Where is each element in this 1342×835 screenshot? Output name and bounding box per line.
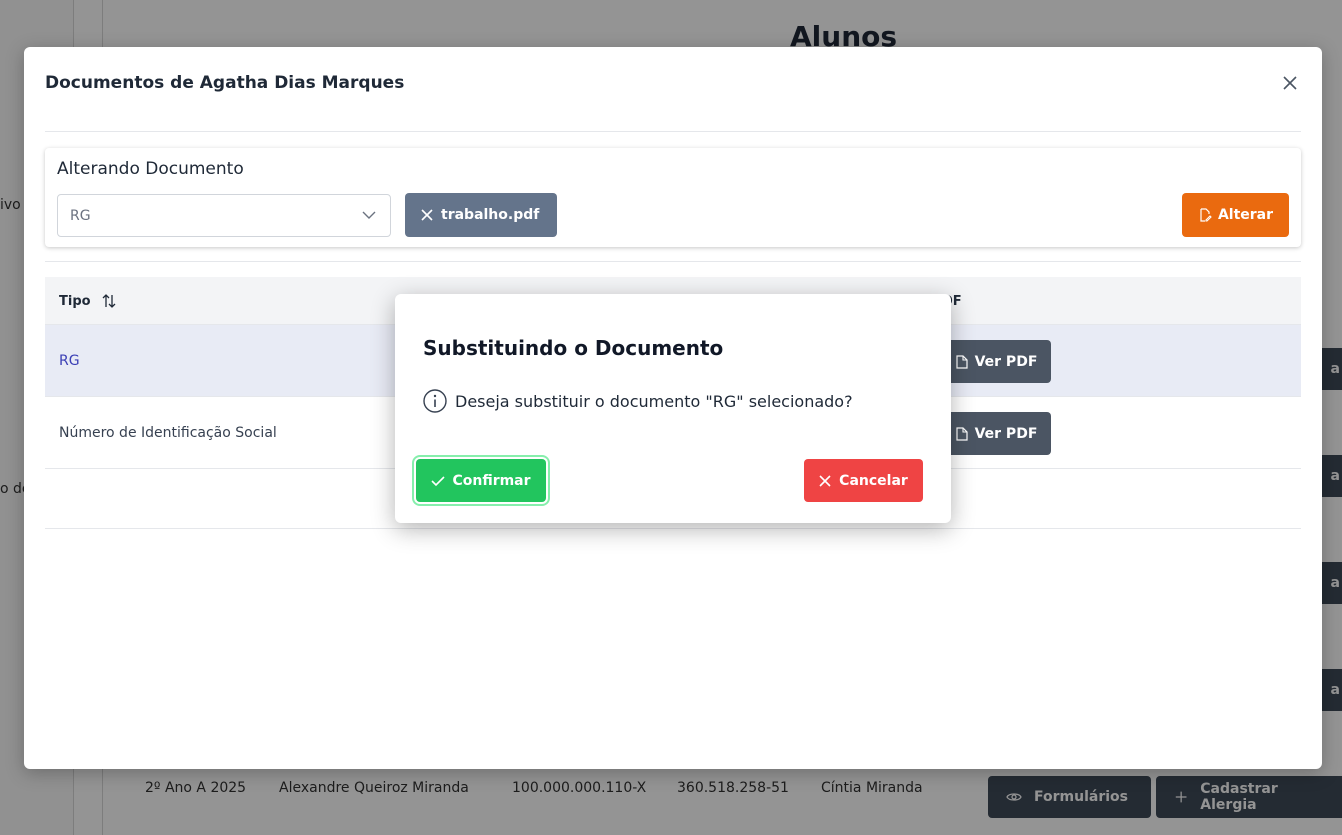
check-icon bbox=[431, 475, 446, 486]
close-icon bbox=[819, 474, 831, 487]
ver-pdf-label: Ver PDF bbox=[974, 353, 1038, 370]
alterar-button[interactable]: Alterar bbox=[1182, 193, 1289, 237]
column-header-tipo[interactable]: Tipo bbox=[59, 277, 117, 325]
edit-document-card: Alterando Documento RG trabalho.pdf Alte… bbox=[45, 148, 1301, 247]
file-pdf-icon bbox=[955, 426, 968, 441]
cancel-button[interactable]: Cancelar bbox=[804, 459, 923, 502]
ver-pdf-button[interactable]: Ver PDF bbox=[942, 340, 1051, 383]
confirm-message-row: Deseja substituir o documento "RG" selec… bbox=[423, 389, 853, 413]
info-icon bbox=[423, 389, 447, 413]
cell-tipo: Número de Identificação Social bbox=[59, 425, 277, 441]
selected-file-chip[interactable]: trabalho.pdf bbox=[405, 193, 558, 237]
confirm-dialog: Substituindo o Documento Deseja substitu… bbox=[395, 294, 951, 523]
sort-icon[interactable] bbox=[101, 293, 117, 309]
file-pdf-icon bbox=[955, 354, 968, 369]
chevron-down-icon bbox=[362, 211, 376, 219]
ver-pdf-label: Ver PDF bbox=[974, 425, 1038, 442]
close-button[interactable] bbox=[1279, 72, 1301, 94]
confirm-label: Confirmar bbox=[452, 472, 531, 489]
cell-tipo: RG bbox=[59, 353, 80, 369]
divider bbox=[45, 261, 1301, 262]
confirm-message: Deseja substituir o documento "RG" selec… bbox=[455, 391, 853, 411]
alterar-label: Alterar bbox=[1217, 207, 1274, 223]
select-value: RG bbox=[70, 207, 91, 224]
file-name: trabalho.pdf bbox=[441, 207, 540, 223]
close-icon[interactable] bbox=[421, 209, 433, 221]
confirm-button[interactable]: Confirmar bbox=[416, 459, 546, 502]
dialog-title: Documentos de Agatha Dias Marques bbox=[45, 73, 405, 93]
dialog-header: Documentos de Agatha Dias Marques bbox=[45, 72, 1301, 132]
close-icon bbox=[1283, 76, 1297, 90]
confirm-title: Substituindo o Documento bbox=[423, 336, 724, 360]
ver-pdf-button[interactable]: Ver PDF bbox=[942, 412, 1051, 455]
edit-icon bbox=[1200, 208, 1212, 222]
column-header-tipo-label: Tipo bbox=[59, 293, 91, 309]
edit-card-heading: Alterando Documento bbox=[57, 159, 244, 179]
document-type-select[interactable]: RG bbox=[57, 194, 391, 237]
cancel-label: Cancelar bbox=[839, 472, 908, 489]
